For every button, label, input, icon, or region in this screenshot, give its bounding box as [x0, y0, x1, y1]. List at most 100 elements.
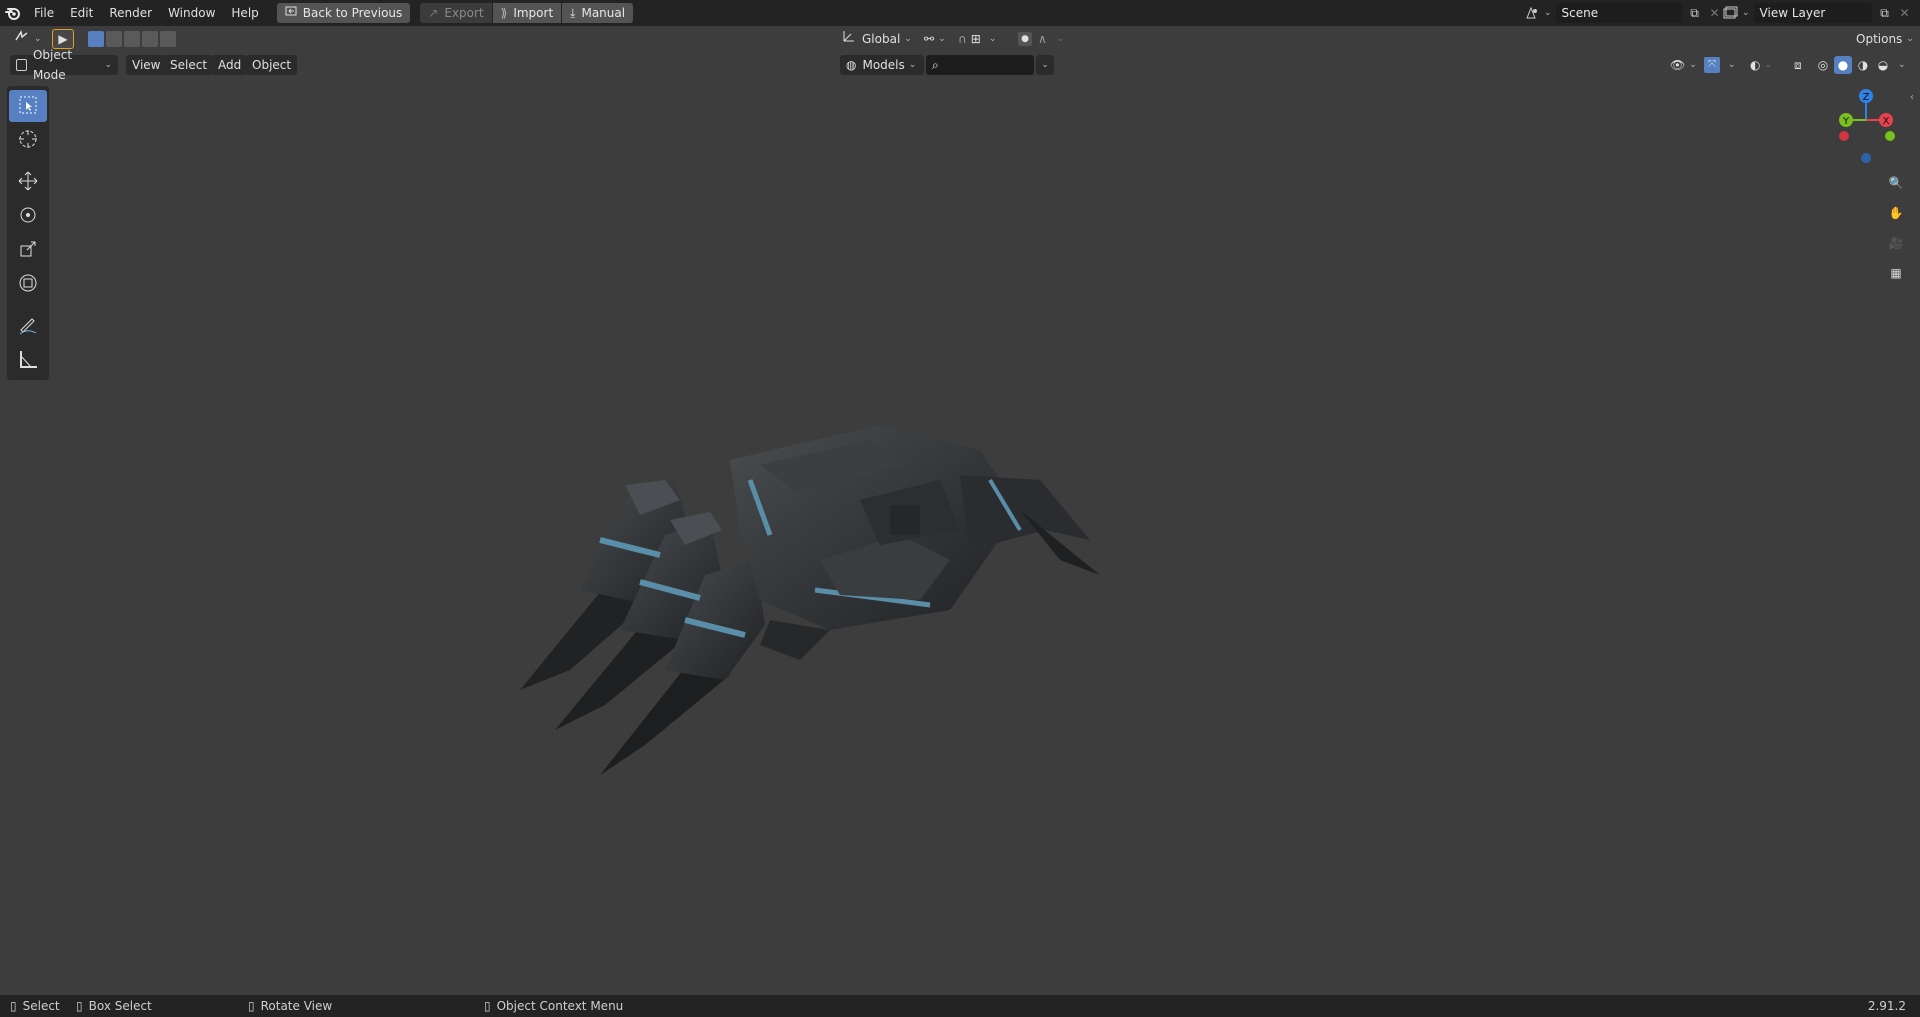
manual-button[interactable]: ⤓ Manual [562, 3, 634, 23]
scene-remove-icon[interactable]: ✕ [1708, 6, 1722, 20]
gizmo-neg-z[interactable] [1861, 153, 1871, 163]
view-menu-label: View [132, 58, 161, 72]
zoom-icon: 🔍 [1888, 176, 1904, 190]
options-dropdown[interactable]: Options ⌄ [1850, 29, 1920, 49]
select-subtract-icon[interactable] [124, 31, 140, 47]
camera-view-button[interactable]: 🎥 [1881, 228, 1911, 258]
view-layer-name: View Layer [1759, 6, 1826, 20]
editor-type-icon [14, 29, 30, 49]
object-menu[interactable]: Object [246, 55, 298, 75]
claw-model[interactable] [500, 420, 1120, 780]
cursor-target-icon [17, 128, 39, 153]
menu-edit[interactable]: Edit [62, 1, 101, 25]
screen-back-icon [285, 3, 297, 23]
tool-measure[interactable] [9, 344, 47, 376]
mouse-right-icon: ▯ [484, 999, 491, 1013]
pivot-link-icon: ⚯ [924, 32, 935, 46]
select-extend-icon[interactable] [106, 31, 122, 47]
view-layer-remove-icon[interactable]: ✕ [1898, 6, 1912, 20]
gizmo-y-label: Y [1842, 116, 1850, 127]
visibility-dropdown[interactable]: 👁 ⌄ [1664, 55, 1703, 75]
tool-annotate[interactable] [9, 310, 47, 342]
import-icon: ⟫ [500, 6, 508, 20]
tool-move[interactable] [9, 166, 47, 198]
menu-help[interactable]: Help [223, 1, 266, 25]
object-mode-label: Object Mode [32, 48, 73, 82]
select-intersect-icon[interactable] [160, 31, 176, 47]
export-button[interactable]: ↗ Export [420, 3, 492, 23]
gizmo-neg-x[interactable] [1839, 131, 1849, 141]
view-layer-new-icon[interactable]: ⧉ [1876, 6, 1894, 21]
shading-options-icon[interactable]: ⌄ [1898, 55, 1906, 75]
version-label: 2.91.2 [1867, 999, 1906, 1013]
scene-new-icon[interactable]: ⧉ [1686, 6, 1704, 21]
solid-shading-icon[interactable]: ● [1834, 56, 1852, 74]
gizmo-toggle-icon[interactable]: ⤧ [1704, 57, 1720, 73]
orientation-axes-icon [842, 29, 856, 49]
shading-mode-group: ◎ ● ◑ ◒ ⌄ [1814, 55, 1906, 75]
status-select-label: Select [22, 999, 60, 1013]
rendered-shading-icon[interactable]: ◒ [1874, 56, 1892, 74]
object-mode-dropdown[interactable]: Object Mode ⌄ [10, 48, 118, 82]
tool-select-box[interactable] [9, 90, 47, 122]
wireframe-shading-icon[interactable]: ◎ [1814, 56, 1832, 74]
add-menu[interactable]: Add [212, 55, 248, 75]
select-menu[interactable]: Select [164, 55, 214, 75]
camera-icon: 🎥 [1888, 236, 1904, 250]
viewport-search-field[interactable]: ⌕ [926, 55, 1034, 75]
material-shading-icon[interactable]: ◑ [1854, 56, 1872, 74]
falloff-curve-icon[interactable]: ∧ [1038, 29, 1047, 49]
view-layer-selector-icon[interactable]: ⌄ [1722, 6, 1750, 20]
menu-render[interactable]: Render [101, 1, 160, 25]
pivot-point-dropdown[interactable]: ⚯ ⌄ [918, 29, 952, 49]
snap-magnet-icon[interactable]: ∩ [958, 29, 967, 49]
perspective-toggle-button[interactable]: ▦ [1881, 258, 1911, 288]
select-invert-icon[interactable] [142, 31, 158, 47]
blender-logo-icon[interactable] [0, 0, 26, 26]
gizmo-x-label: X [1883, 116, 1890, 127]
tool-transform[interactable] [9, 268, 47, 300]
search-filter-button[interactable]: ⌄ [1036, 55, 1054, 75]
rotate-icon [17, 204, 39, 229]
back-to-previous-button[interactable]: Back to Previous [276, 3, 411, 23]
search-icon: ⌕ [932, 57, 939, 72]
zoom-view-button[interactable]: 🔍 [1881, 168, 1911, 198]
mouse-drag-icon: ▯ [76, 999, 83, 1013]
overlays-toggle[interactable]: ◐ ⌄ [1744, 55, 1778, 75]
snap-increment-icon[interactable]: ⊞ [971, 29, 981, 49]
view-menu[interactable]: View [126, 55, 167, 75]
pan-view-button[interactable]: ✋ [1881, 198, 1911, 228]
status-rotate-view-label: Rotate View [260, 999, 333, 1013]
transform-orientation-label: Global [862, 32, 901, 46]
tool-cursor[interactable] [9, 124, 47, 156]
manual-label: Manual [581, 6, 626, 20]
status-select: ▯ Select [10, 999, 60, 1013]
pencil-icon [17, 314, 39, 339]
xray-toggle[interactable]: ⧈ [1788, 55, 1808, 75]
menu-window[interactable]: Window [160, 1, 223, 25]
menu-file[interactable]: File [26, 1, 62, 25]
chevron-down-icon: ⌄ [1041, 60, 1049, 70]
overlays-icon: ◐ [1750, 58, 1761, 72]
collection-dropdown[interactable]: ◍ Models ⌄ [840, 55, 924, 75]
sidebar-toggle-icon[interactable]: ‹ [1910, 92, 1914, 103]
move-arrows-icon [17, 170, 39, 195]
tool-rotate[interactable] [9, 200, 47, 232]
scene-name-field[interactable]: Scene [1555, 3, 1682, 23]
navigation-gizmo[interactable]: Z X Y [1832, 88, 1896, 164]
view-layer-name-field[interactable]: View Layer [1753, 3, 1872, 23]
eye-icon: 👁 [1670, 58, 1686, 72]
proportional-edit-icon[interactable]: ● [1018, 32, 1032, 46]
gizmo-toggle-group: ⤧ ⌄ [1698, 55, 1742, 75]
gizmo-neg-y[interactable] [1885, 131, 1895, 141]
proportional-edit-controls: ● ∧ ⌄ [1012, 29, 1070, 49]
import-button[interactable]: ⟫ Import [492, 3, 562, 23]
transform-orientation-dropdown[interactable]: Global ⌄ [836, 29, 918, 49]
scene-selector-icon[interactable]: ⌄ [1524, 6, 1552, 20]
status-context-menu: ▯ Object Context Menu [484, 999, 623, 1013]
tool-scale[interactable] [9, 234, 47, 266]
top-bar: File Edit Render Window Help Back to Pre… [0, 0, 1920, 26]
xray-icon: ⧈ [1794, 58, 1802, 72]
hand-icon: ✋ [1888, 206, 1904, 220]
object-mode-icon [16, 59, 27, 71]
